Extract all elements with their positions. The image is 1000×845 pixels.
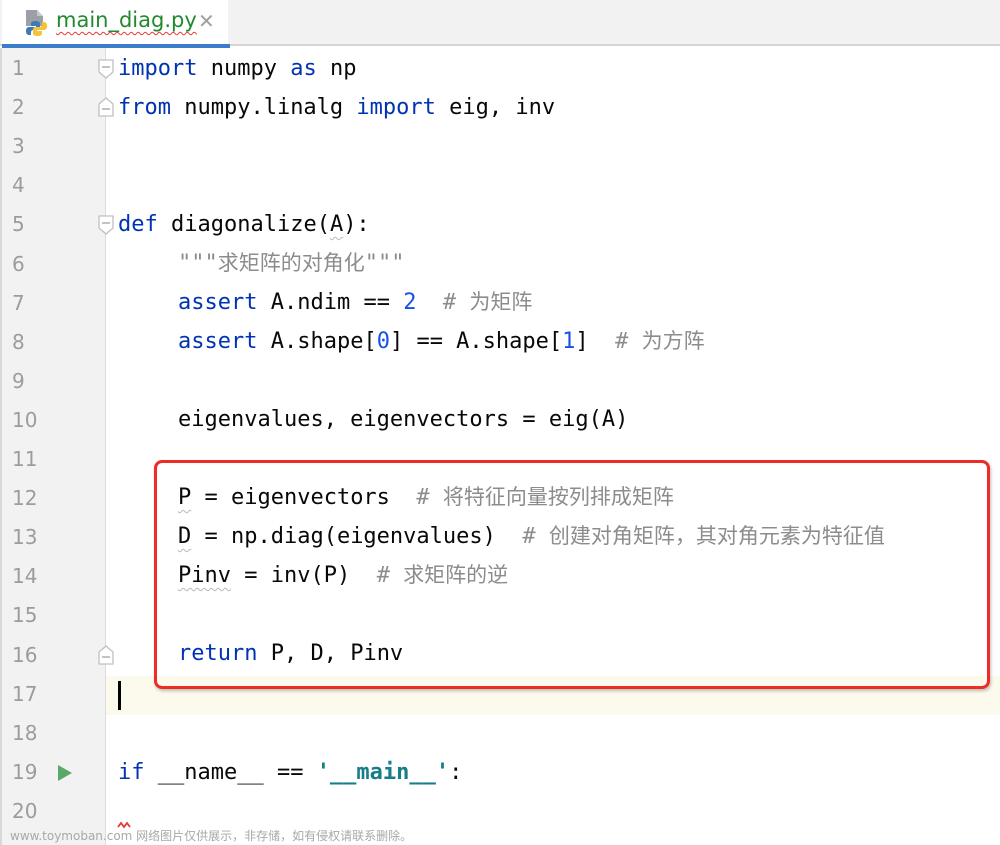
text-caret <box>118 681 121 710</box>
keyword: from <box>118 95 171 120</box>
line-number: 10 <box>12 407 38 432</box>
line-number: 8 <box>12 329 25 354</box>
python-file-icon <box>24 9 50 37</box>
code-text: ] <box>575 329 589 354</box>
keyword: assert <box>178 329 258 354</box>
keyword: if <box>118 760 145 785</box>
line-number: 18 <box>12 720 38 745</box>
code-line-2[interactable]: from numpy.linalg import eig, inv <box>118 88 555 127</box>
line-number: 14 <box>12 564 38 589</box>
fold-start-icon[interactable] <box>97 58 115 80</box>
code-text: A.shape[ <box>257 329 377 354</box>
editor-tab-bar: main_diag.py ✕ <box>0 0 1000 48</box>
line-number: 1 <box>12 56 25 80</box>
code-param: A <box>329 212 344 237</box>
tab-main-diag[interactable]: main_diag.py ✕ <box>2 0 230 48</box>
docstring: 求矩阵的对角化 <box>217 251 365 275</box>
line-number: 7 <box>12 290 25 315</box>
keyword: as <box>290 56 317 81</box>
code-text: numpy.linalg <box>170 95 357 120</box>
tab-filename: main_diag.py <box>56 8 197 32</box>
code-text: eigenvalues, eigenvectors = eig(A) <box>178 407 629 432</box>
line-number: 4 <box>12 173 25 198</box>
keyword: def <box>118 212 158 237</box>
number: 0 <box>376 329 390 354</box>
line-number: 6 <box>12 251 25 276</box>
code-line-7[interactable]: assert A.ndim == 2 # 为矩阵 <box>178 283 532 322</box>
line-number: 11 <box>12 447 38 471</box>
comment-hash: # <box>416 290 470 315</box>
code-line-8[interactable]: assert A.shape[0] == A.shape[1] # 为方阵 <box>178 322 705 361</box>
string-literal: '__main__' <box>316 760 450 785</box>
line-number: 5 <box>12 212 25 237</box>
run-icon[interactable] <box>57 764 73 782</box>
code-text: numpy <box>197 56 291 81</box>
code-line-5[interactable]: def diagonalize(A): <box>118 205 370 244</box>
comment: 为矩阵 <box>469 290 533 314</box>
line-number: 2 <box>12 95 25 120</box>
code-text: eig, inv <box>435 95 556 120</box>
code-text: __name__ == <box>144 760 317 785</box>
line-number: 12 <box>12 486 38 511</box>
line-number: 13 <box>12 525 38 550</box>
close-tab-icon[interactable]: ✕ <box>198 10 215 32</box>
comment-hash: # <box>588 329 642 354</box>
fold-start-icon[interactable] <box>97 214 115 236</box>
code-line-1[interactable]: import numpy as np <box>118 49 356 88</box>
line-number: 15 <box>12 603 38 628</box>
line-number: 9 <box>12 368 25 393</box>
code-text: ): <box>343 212 370 237</box>
code-text: A.ndim == <box>257 290 404 315</box>
line-number: 3 <box>12 134 25 159</box>
code-line-6[interactable]: """求矩阵的对角化""" <box>178 244 405 283</box>
code-text: diagonalize( <box>157 212 330 237</box>
code-line-19[interactable]: if __name__ == '__main__': <box>118 753 462 792</box>
fold-end-icon[interactable] <box>97 96 115 118</box>
line-number: 16 <box>12 642 38 667</box>
watermark: www.toymoban.com 网络图片仅供展示，非存储，如有侵权请联系删除。 <box>10 829 413 843</box>
code-text: np <box>316 56 357 81</box>
docstring-quote: """ <box>178 251 218 276</box>
code-line-10[interactable]: eigenvalues, eigenvectors = eig(A) <box>178 400 628 439</box>
number: 1 <box>562 329 576 354</box>
highlight-annotation-box <box>154 460 990 689</box>
code-text: : <box>449 760 463 785</box>
keyword: import <box>356 95 436 120</box>
keyword: import <box>118 56 198 81</box>
line-number: 19 <box>12 759 38 784</box>
fold-end-icon[interactable] <box>97 644 115 666</box>
keyword: assert <box>178 290 258 315</box>
comment: 为方阵 <box>641 329 705 353</box>
line-number: 17 <box>12 681 38 706</box>
line-number: 20 <box>12 798 38 823</box>
number: 2 <box>403 290 417 315</box>
docstring-quote: """ <box>364 251 405 276</box>
code-text: ] == A.shape[ <box>389 329 563 354</box>
